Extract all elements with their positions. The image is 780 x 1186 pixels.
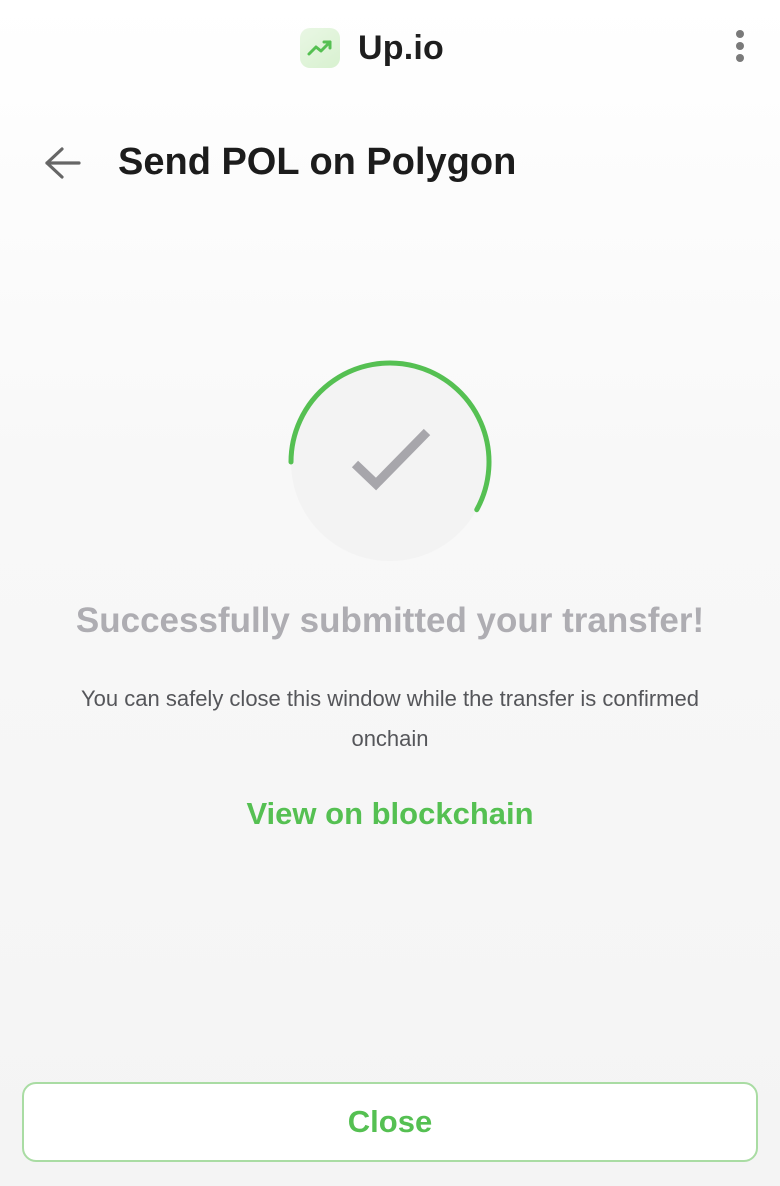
brand: Up.io — [300, 26, 444, 70]
page-title: Send POL on Polygon — [118, 141, 517, 183]
arrow-left-icon — [45, 147, 81, 179]
top-bar: Up.io — [0, 0, 780, 95]
menu-dot — [736, 42, 744, 50]
menu-dot — [736, 30, 744, 38]
success-indicator — [285, 357, 495, 567]
trending-up-icon — [300, 28, 340, 68]
back-button[interactable] — [36, 140, 88, 186]
menu-dot — [736, 54, 744, 62]
view-on-blockchain-link[interactable]: View on blockchain — [190, 792, 590, 836]
close-button[interactable]: Close — [22, 1082, 758, 1162]
success-headline: Successfully submitted your transfer! — [75, 601, 705, 640]
progress-ring — [288, 360, 492, 561]
status-message: You can safely close this window while t… — [81, 686, 699, 751]
more-vertical-icon[interactable] — [722, 26, 758, 66]
trending-up-icon-graphic — [307, 40, 332, 56]
app-name: Up.io — [358, 28, 444, 67]
